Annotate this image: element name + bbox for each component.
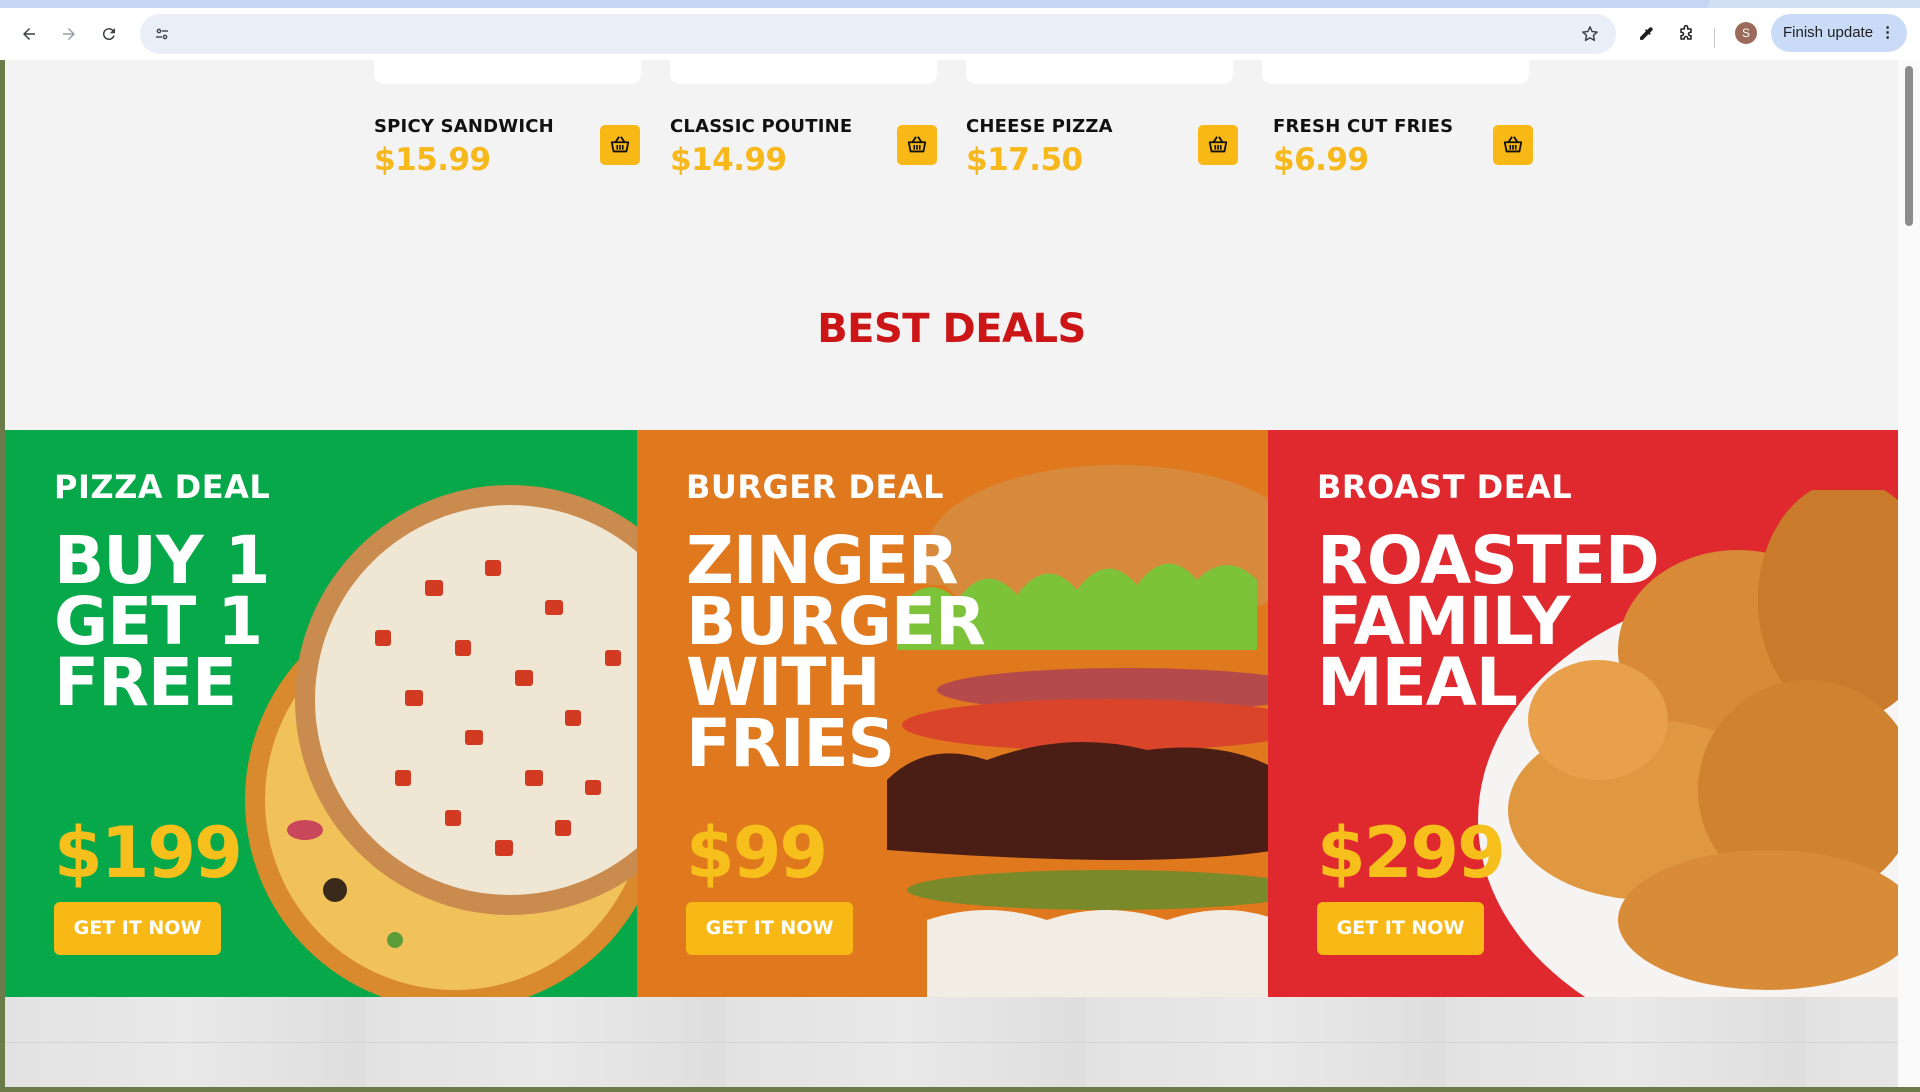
- reload-icon: [102, 28, 115, 41]
- profile-avatar[interactable]: S: [1735, 22, 1757, 44]
- basket-icon: [1503, 136, 1523, 153]
- deal-label: BROAST DEAL: [1317, 468, 1573, 506]
- deal-headline-line: MEAL: [1317, 644, 1518, 721]
- product-item: SPICY SANDWICH $15.99: [374, 116, 664, 186]
- basket-icon: [907, 136, 927, 153]
- add-to-cart-button[interactable]: [600, 125, 640, 165]
- add-to-cart-button[interactable]: [897, 125, 937, 165]
- product-item: CLASSIC POUTINE $14.99: [670, 116, 960, 186]
- get-it-now-button[interactable]: GET IT NOW: [54, 902, 221, 955]
- page-viewport: SPICY SANDWICH $15.99 CLASSIC POUTINE $1…: [5, 60, 1898, 1087]
- arrow-left-icon: [23, 28, 35, 40]
- product-price: $6.99: [1273, 142, 1369, 178]
- product-price: $15.99: [374, 142, 491, 178]
- back-button[interactable]: [13, 18, 45, 50]
- toolbar-divider: [1714, 28, 1715, 48]
- section-title: BEST DEALS: [817, 306, 1086, 352]
- arrow-right-icon: [63, 28, 75, 40]
- deal-price: $199: [54, 812, 243, 894]
- pizza-image: [245, 485, 637, 997]
- reload-button[interactable]: [93, 18, 125, 50]
- deal-headline: ROASTED FAMILY MEAL: [1317, 522, 1660, 721]
- broast-deal-banner: BROAST DEAL ROASTED FAMILY MEAL $299 GET…: [1268, 430, 1898, 997]
- product-item: FRESH CUT FRIES $6.99: [1273, 116, 1563, 186]
- puzzle-icon: [1680, 24, 1692, 40]
- deal-headline-line: FREE: [54, 644, 237, 721]
- get-it-now-button[interactable]: GET IT NOW: [686, 902, 853, 955]
- product-card-image-bottom: [1262, 60, 1529, 84]
- burger-deal-banner: BURGER DEAL ZINGER BURGER WITH FRIES $99…: [637, 430, 1268, 997]
- deal-headline-line: BURGER: [686, 583, 986, 660]
- deal-price: $99: [686, 812, 828, 894]
- deal-headline: BUY 1 GET 1 FREE: [54, 522, 271, 721]
- product-card-image-bottom: [966, 60, 1233, 84]
- deal-headline-line: ZINGER: [686, 522, 959, 599]
- add-to-cart-button[interactable]: [1493, 125, 1533, 165]
- deal-label: BURGER DEAL: [686, 468, 944, 506]
- product-card-image-bottom: [374, 60, 641, 84]
- deal-headline-line: BUY 1: [54, 522, 271, 599]
- wood-background-strip: [5, 997, 1898, 1087]
- product-price: $17.50: [966, 142, 1083, 178]
- active-tab-edge: [0, 0, 1710, 8]
- star-icon: [1582, 26, 1598, 42]
- deal-headline-line: WITH: [686, 644, 881, 721]
- product-price: $14.99: [670, 142, 787, 178]
- deal-headline-line: FRIES: [686, 705, 895, 782]
- deal-headline-line: FAMILY: [1317, 583, 1570, 660]
- deal-headline: ZINGER BURGER WITH FRIES: [686, 522, 986, 782]
- add-to-cart-button[interactable]: [1198, 125, 1238, 165]
- extensions-button[interactable]: [1672, 20, 1700, 48]
- product-name: FRESH CUT FRIES: [1273, 116, 1454, 137]
- forward-button[interactable]: [53, 18, 85, 50]
- deal-headline-line: ROASTED: [1317, 522, 1660, 599]
- product-name: CHEESE PIZZA: [966, 116, 1113, 137]
- deal-label: PIZZA DEAL: [54, 468, 271, 506]
- scrollbar-thumb[interactable]: [1905, 66, 1913, 226]
- deal-headline-line: GET 1: [54, 583, 263, 660]
- product-name: SPICY SANDWICH: [374, 116, 554, 137]
- browser-toolbar: [0, 8, 1920, 60]
- page-scrollbar[interactable]: [1898, 60, 1920, 1087]
- more-menu-icon[interactable]: ⋮: [1880, 14, 1895, 52]
- finish-update-button[interactable]: Finish update ⋮: [1771, 14, 1908, 52]
- basket-icon: [610, 136, 630, 153]
- basket-icon: [1208, 136, 1228, 153]
- eyedropper-icon: [1640, 27, 1653, 40]
- get-it-now-button[interactable]: GET IT NOW: [1317, 902, 1484, 955]
- deal-price: $299: [1317, 812, 1506, 894]
- address-bar[interactable]: [140, 14, 1616, 54]
- product-item: CHEESE PIZZA $17.50: [966, 116, 1256, 186]
- eyedropper-extension-button[interactable]: [1632, 20, 1660, 48]
- bookmark-star-button[interactable]: [1576, 20, 1604, 48]
- tune-icon: [156, 28, 168, 40]
- site-info-button[interactable]: [146, 18, 178, 50]
- finish-update-label: Finish update: [1783, 24, 1874, 41]
- pizza-deal-banner: PIZZA DEAL BUY 1 GET 1 FREE $199 GET IT …: [5, 430, 637, 997]
- product-card-image-bottom: [670, 60, 937, 84]
- product-name: CLASSIC POUTINE: [670, 116, 853, 137]
